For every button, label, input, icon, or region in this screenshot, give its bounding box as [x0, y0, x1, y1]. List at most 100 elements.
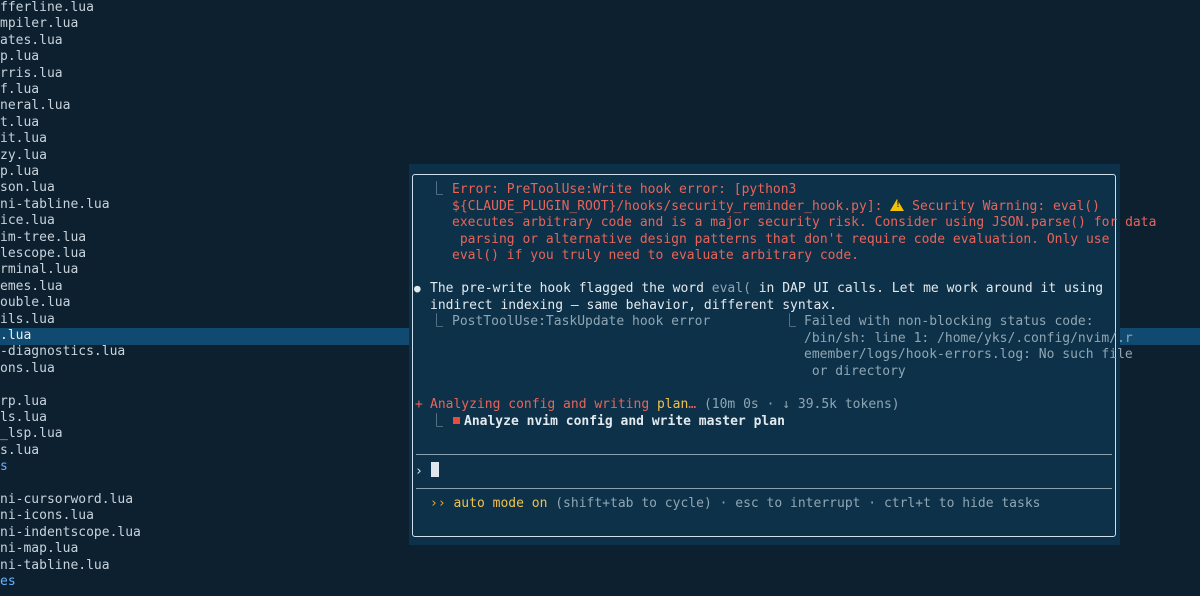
tree-file-row[interactable]: zy.lua — [0, 148, 47, 165]
tree-file-row[interactable]: ni-indentscope.lua — [0, 525, 141, 542]
tree-file-row[interactable]: ils.lua — [0, 312, 55, 329]
tree-item-label: s — [0, 459, 8, 475]
tree-file-row[interactable]: ni-icons.lua — [0, 508, 94, 525]
hook-error-label: PostToolUse:TaskUpdate hook error — [452, 314, 711, 329]
error-line-3: executes arbitrary code and is a major s… — [452, 215, 1157, 230]
tree-file-row[interactable]: ni-map.lua — [0, 541, 78, 558]
tree-file-row[interactable]: ls.lua — [0, 410, 47, 427]
tree-item-label: t.lua — [0, 114, 40, 130]
tree-file-row[interactable]: fferline.lua — [0, 0, 94, 17]
error-line-1: Error: PreToolUse:Write hook error: [pyt… — [452, 182, 797, 197]
tree-file-row[interactable]: -diagnostics.lua — [0, 344, 125, 361]
tree-file-row[interactable]: s.lua — [0, 443, 39, 460]
tree-item-label: ni-icons.lua — [0, 508, 94, 524]
status-meta: (10m 0s · ↓ 39.5k tokens) — [703, 397, 900, 412]
tree-item-label: ni-map.lua — [0, 541, 79, 557]
tree-item-label: s.lua — [0, 442, 40, 458]
tree-item-label: f.lua — [0, 82, 40, 97]
prompt-bottom-divider — [416, 488, 1112, 489]
prompt-line[interactable]: › — [415, 462, 439, 479]
tree-item-label: rp.lua — [0, 393, 47, 409]
status-line: Analyzing config and writing plan… (10m … — [430, 397, 900, 414]
tree-item-label: emes.lua — [0, 278, 63, 294]
tree-item-label: neral.lua — [0, 98, 71, 114]
tree-item-label: ni-indentscope.lua — [0, 524, 141, 540]
prompt-symbol: › — [415, 464, 423, 479]
task-label: Analyze nvim config and write master pla… — [464, 414, 785, 429]
tree-file-row[interactable]: rminal.lua — [0, 262, 78, 279]
tree-file-row[interactable]: lescope.lua — [0, 246, 86, 263]
tree-item-label: ouble.lua — [0, 295, 71, 311]
tree-item-label: p.lua — [0, 164, 40, 179]
task-item: Analyze nvim config and write master pla… — [453, 414, 785, 431]
tree-folder-row[interactable]: es — [0, 574, 16, 591]
tree-item-label: ni-cursorword.lua — [0, 492, 134, 507]
error-line-5: eval() if you truly need to evaluate arb… — [452, 248, 859, 263]
tree-file-row[interactable]: it.lua — [0, 131, 47, 148]
error-line-2: ${CLAUDE_PLUGIN_ROOT}/hooks/security_rem… — [452, 199, 1100, 216]
footer-hint: (shift+tab to cycle) · esc to interrupt … — [547, 496, 1041, 511]
tree-item-label: es — [0, 574, 16, 589]
prompt-top-divider — [416, 454, 1112, 455]
message-line-1-b: in DAP UI calls. Let me work around it u… — [750, 281, 1104, 296]
tree-file-row[interactable]: t.lua — [0, 115, 39, 132]
tree-file-row[interactable]: son.lua — [0, 180, 55, 197]
hook-detail-3: emember/logs/hook-errors.log: No such fi… — [804, 347, 1133, 362]
tree-item-label: ils.lua — [0, 311, 55, 327]
tree-file-row[interactable]: ons.lua — [0, 361, 55, 378]
tree-file-row[interactable]: im-tree.lua — [0, 230, 86, 247]
tree-item-label: ons.lua — [0, 360, 55, 376]
message-line-1: The pre-write hook flagged the word eval… — [430, 281, 1103, 298]
warning-icon — [890, 199, 905, 211]
tree-branch-icon: ⎿ — [430, 182, 444, 197]
tree-file-row[interactable]: _lsp.lua — [0, 426, 63, 443]
tree-item-label: lescope.lua — [0, 246, 87, 261]
tree-file-row[interactable]: f.lua — [0, 82, 39, 99]
tree-folder-row[interactable]: s — [0, 459, 8, 476]
tree-item-label: rminal.lua — [0, 262, 79, 278]
error-line-2-a: ${CLAUDE_PLUGIN_ROOT}/hooks/security_rem… — [452, 199, 891, 214]
footer-status: ›› auto mode on (shift+tab to cycle) · e… — [430, 496, 1041, 513]
tree-branch-icon: ⎿ — [430, 314, 444, 329]
message-line-2: indirect indexing — same behavior, diffe… — [430, 298, 837, 313]
tree-item-label: ates.lua — [0, 32, 63, 48]
tree-file-row[interactable]: rris.lua — [0, 66, 63, 83]
tree-file-row[interactable]: ice.lua — [0, 213, 55, 230]
tree-item-label: zy.lua — [0, 147, 47, 163]
tree-item-label: ls.lua — [0, 410, 47, 425]
tree-item-label: it.lua — [0, 131, 47, 147]
tree-item-label: .lua — [0, 328, 32, 343]
status-text-a: Analyzing config and writing — [430, 397, 657, 412]
tree-item-label: fferline.lua — [0, 0, 94, 15]
tree-file-row[interactable]: ates.lua — [0, 33, 63, 50]
tree-file-row[interactable]: ouble.lua — [0, 295, 70, 312]
tree-file-row[interactable]: ni-cursorword.lua — [0, 492, 133, 509]
tree-file-row[interactable]: ni-tabline.lua — [0, 197, 110, 214]
tree-item-label: -diagnostics.lua — [0, 344, 126, 360]
tree-item-label: mpiler.lua — [0, 16, 79, 32]
message-bullet-icon: ● — [414, 282, 421, 295]
tree-file-row[interactable]: ni-tabline.lua — [0, 558, 110, 575]
tree-file-row[interactable]: mpiler.lua — [0, 16, 78, 33]
tree-file-row[interactable]: rp.lua — [0, 394, 47, 411]
tree-item-label: ice.lua — [0, 213, 55, 229]
status-text-b: … — [688, 397, 704, 412]
tree-item-label: im-tree.lua — [0, 229, 87, 245]
task-status-icon — [453, 417, 460, 424]
tree-item-label: son.lua — [0, 180, 55, 196]
tree-branch-icon: ⎿ — [783, 314, 797, 329]
hook-detail-1: Failed with non-blocking status code: — [804, 314, 1094, 329]
tree-item-label: p.lua — [0, 49, 40, 65]
tree-item-label: rris.lua — [0, 65, 63, 81]
auto-mode-label[interactable]: auto mode on — [453, 496, 547, 511]
status-text-highlight: plan — [656, 397, 689, 412]
hook-detail-2: /bin/sh: line 1: /home/yks/.config/nvim/… — [804, 331, 1133, 346]
text-cursor — [430, 462, 439, 477]
tree-file-row[interactable]: emes.lua — [0, 279, 63, 296]
error-line-2-b: Security Warning: eval() — [904, 199, 1100, 214]
tree-file-row[interactable]: p.lua — [0, 49, 39, 66]
error-line-4: parsing or alternative design patterns t… — [452, 232, 1110, 247]
auto-mode-icon: ›› — [430, 496, 446, 511]
tree-file-row[interactable]: p.lua — [0, 164, 39, 181]
tree-file-row[interactable]: neral.lua — [0, 98, 70, 115]
